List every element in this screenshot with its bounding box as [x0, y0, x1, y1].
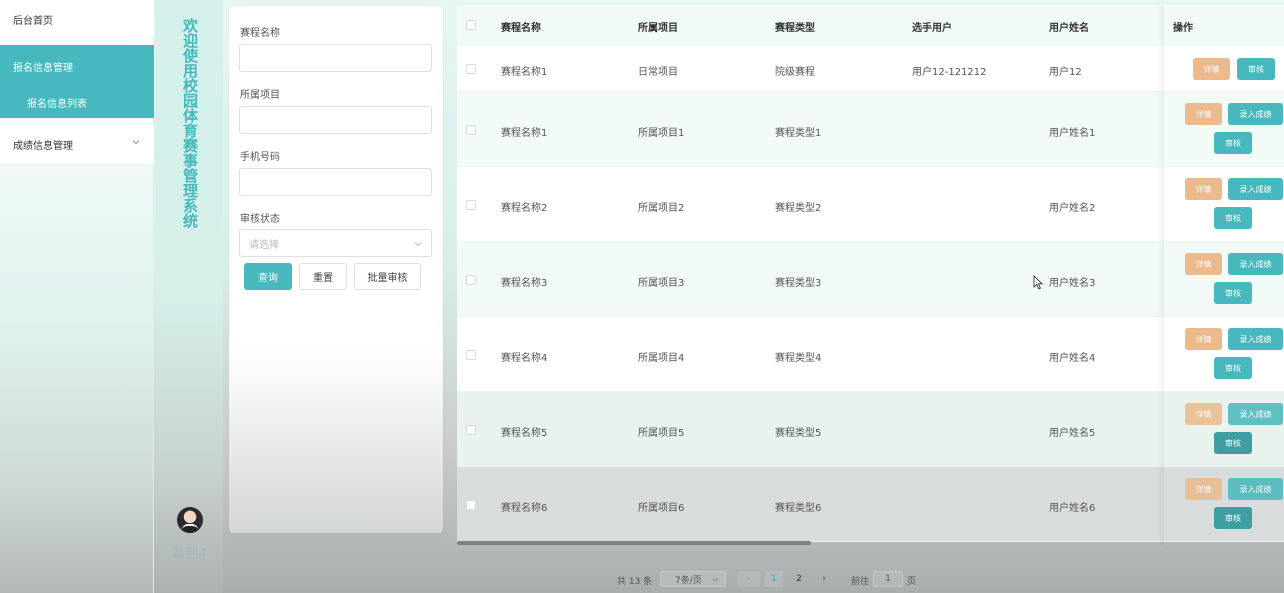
next-page-button[interactable]: ›: [815, 571, 833, 587]
cell-event-name: 赛程名称1: [501, 127, 548, 139]
batch-review-button[interactable]: 批量审核: [354, 263, 421, 290]
cell-user-name: 用户姓名3: [1049, 277, 1096, 289]
sidebar-item-signup-list[interactable]: 报名信息列表: [27, 95, 87, 110]
welcome-title: 欢迎使用校园体育赛事管理系统: [181, 18, 199, 228]
chevron-down-icon: [712, 577, 719, 582]
page-size-value: 7条/页: [675, 575, 702, 586]
cell-project: 所属项目2: [638, 202, 685, 214]
sidebar-item-home[interactable]: 后台首页: [0, 0, 154, 38]
table-row: 赛程名称6 所属项目6 赛程类型6 用户姓名6 详情 录入成绩 审核: [457, 467, 1284, 542]
row-checkbox[interactable]: [466, 349, 476, 360]
sidebar-group-signup: 报名信息管理 报名信息列表: [0, 45, 154, 118]
phone-label: 手机号码: [240, 152, 280, 163]
table-row: 赛程名称3 所属项目3 赛程类型3 用户姓名3 详情 录入成绩 审核: [457, 242, 1284, 317]
prev-page-button[interactable]: ‹: [738, 571, 760, 587]
row-checkbox[interactable]: [466, 499, 476, 510]
cell-event-type: 赛程类型5: [775, 427, 822, 439]
page-size-select[interactable]: 7条/页: [660, 571, 726, 587]
project-label: 所属项目: [240, 90, 280, 101]
table-row: 赛程名称1 所属项目1 赛程类型1 用户姓名1 详情 录入成绩 审核: [457, 92, 1284, 167]
sidebar-item-home-label: 后台首页: [13, 15, 53, 27]
cell-event-name: 赛程名称6: [501, 502, 548, 514]
row-checkbox[interactable]: [466, 124, 476, 135]
header-event-type: 赛程类型: [775, 23, 815, 34]
page-2-button[interactable]: 2: [790, 571, 808, 587]
reset-button[interactable]: 重置: [299, 263, 347, 290]
cell-event-name: 赛程名称5: [501, 427, 548, 439]
status-label: 审核状态: [240, 214, 280, 225]
event-name-input[interactable]: [239, 44, 432, 72]
page-suffix: 页: [907, 577, 917, 587]
cell-project: 日常项目: [638, 67, 678, 78]
cell-project: 所属项目1: [638, 127, 685, 139]
cell-project: 所属项目3: [638, 277, 685, 289]
sidebar: 后台首页 报名信息管理 报名信息列表 成绩信息管理: [0, 0, 154, 593]
header-project: 所属项目: [638, 23, 678, 34]
chevron-down-icon: [132, 140, 140, 145]
cell-event-name: 赛程名称1: [501, 67, 548, 78]
cell-event-type: 赛程类型4: [775, 352, 822, 364]
sidebar-item-score-label: 成绩信息管理: [13, 140, 73, 152]
table-row: 赛程名称1 日常项目 院级赛程 用户12-121212 用户12 详情 审核: [457, 46, 1284, 92]
cell-event-type: 赛程类型2: [775, 202, 822, 214]
cell-event-type: 赛程类型3: [775, 277, 822, 289]
cell-user-name: 用户姓名5: [1049, 427, 1096, 439]
cell-user-name: 用户姓名6: [1049, 502, 1096, 514]
event-name-label: 赛程名称: [240, 28, 280, 39]
cell-user-name: 用户姓名2: [1049, 202, 1096, 214]
header-user-name: 用户姓名: [1049, 23, 1089, 34]
status-select-placeholder: 请选择: [249, 239, 279, 251]
sidebar-item-score-management[interactable]: 成绩信息管理: [0, 125, 154, 163]
mouse-cursor-icon: [1033, 275, 1043, 290]
cell-event-type: 院级赛程: [775, 67, 815, 78]
cell-project: 所属项目4: [638, 352, 685, 364]
header-player-user: 选手用户: [912, 23, 952, 34]
avatar[interactable]: [177, 507, 203, 533]
cell-event-name: 赛程名称4: [501, 352, 548, 364]
cell-user-name: 用户姓名4: [1049, 352, 1096, 364]
table-header: 赛程名称 所属项目 赛程类型 选手用户 用户姓名 操作: [457, 5, 1284, 46]
page-1-button[interactable]: 1: [765, 571, 783, 587]
cell-user-name: 用户12: [1049, 67, 1082, 78]
sidebar-item-signup-management[interactable]: 报名信息管理: [13, 59, 73, 74]
row-checkbox[interactable]: [466, 199, 476, 210]
pagination-total: 共 13 条: [617, 577, 653, 587]
cell-user-name: 用户姓名1: [1049, 127, 1096, 139]
row-checkbox[interactable]: [466, 424, 476, 435]
horizontal-scrollbar[interactable]: [457, 541, 811, 545]
cell-event-name: 赛程名称3: [501, 277, 548, 289]
status-select[interactable]: 请选择: [239, 229, 432, 257]
signup-table: 赛程名称1 日常项目 院级赛程 用户12-121212 用户12 详情 审核 赛程名称1 所属项…: [457, 5, 1284, 546]
query-button[interactable]: 查询: [244, 263, 292, 290]
row-checkbox[interactable]: [466, 64, 476, 74]
table-row: 赛程名称5 所属项目5 赛程类型5 用户姓名5 详情 录入成绩 审核: [457, 392, 1284, 467]
chevron-down-icon: [414, 242, 422, 247]
cell-project: 所属项目6: [638, 502, 685, 514]
username-label: 裁判4: [172, 547, 207, 562]
welcome-banner: 欢迎使用校园体育赛事管理系统 裁判4: [155, 0, 223, 593]
cell-player-user: 用户12-121212: [912, 67, 987, 78]
cell-project: 所属项目5: [638, 427, 685, 439]
table-row: 赛程名称4 所属项目4 赛程类型4 用户姓名4 详情 录入成绩 审核: [457, 317, 1284, 392]
cell-event-type: 赛程类型6: [775, 502, 822, 514]
goto-label: 前往: [851, 577, 870, 587]
goto-page-input[interactable]: 1: [873, 571, 903, 587]
cell-event-type: 赛程类型1: [775, 127, 822, 139]
header-event-name: 赛程名称: [501, 23, 541, 34]
project-input[interactable]: [239, 106, 432, 134]
search-panel: 赛程名称 所属项目 手机号码 审核状态 请选择 查询 重置 批量审核: [229, 6, 443, 533]
table-row: 赛程名称2 所属项目2 赛程类型2 用户姓名2 详情 录入成绩 审核: [457, 167, 1284, 242]
select-all-checkbox[interactable]: [466, 20, 476, 30]
actions-column-shadow: [1164, 5, 1284, 546]
row-checkbox[interactable]: [466, 274, 476, 285]
cell-event-name: 赛程名称2: [501, 202, 548, 214]
phone-input[interactable]: [239, 168, 432, 196]
